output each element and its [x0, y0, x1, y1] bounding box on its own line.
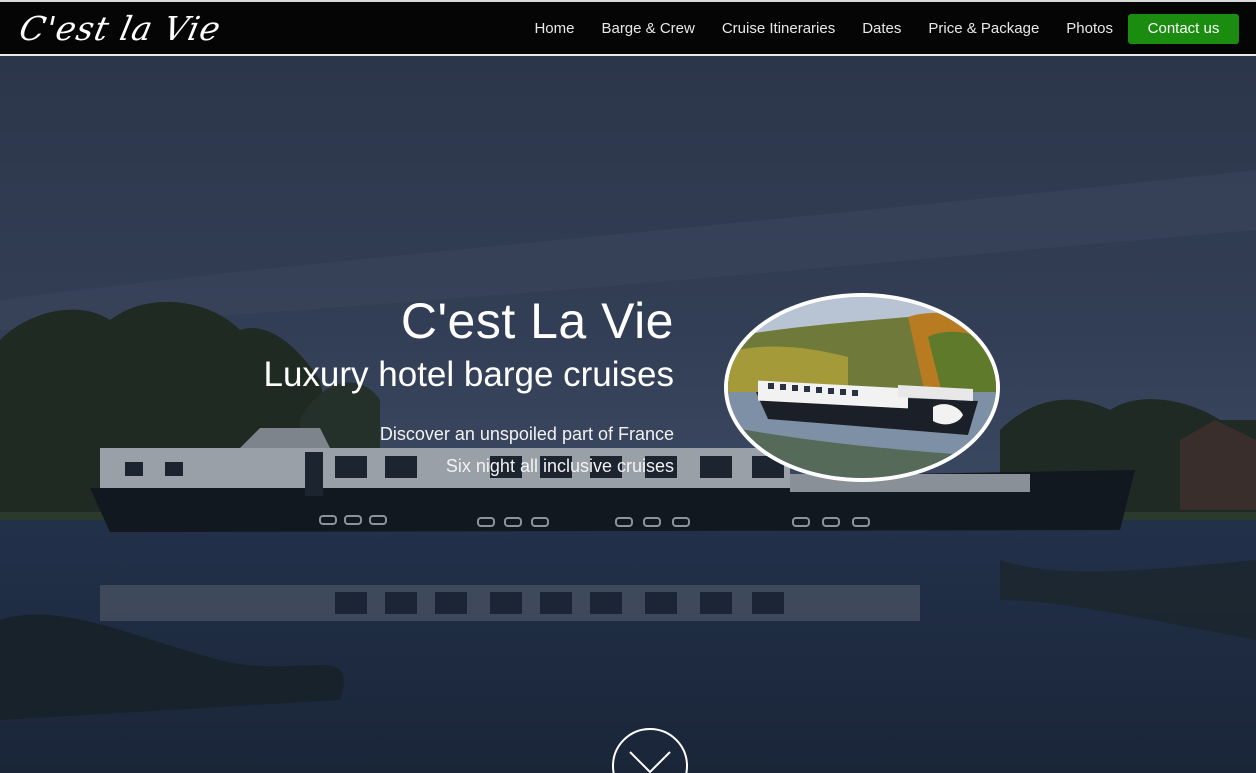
contact-us-button[interactable]: Contact us	[1128, 14, 1239, 44]
page: C'est la Vie Home Barge & Crew Cruise It…	[0, 0, 1256, 773]
barge-photo	[724, 293, 1000, 482]
logo[interactable]: C'est la Vie	[15, 4, 226, 54]
hero-text-block: C'est La Vie Luxury hotel barge cruises …	[264, 290, 675, 482]
hero-title: C'est La Vie	[400, 293, 674, 349]
nav-item-cruise-itineraries[interactable]: Cruise Itineraries	[722, 20, 835, 37]
chevron-down-icon	[629, 751, 671, 773]
hero-subtitle: Luxury hotel barge cruises	[263, 355, 675, 394]
nav-item-dates[interactable]: Dates	[862, 20, 901, 37]
nav-item-price-package[interactable]: Price & Package	[928, 20, 1039, 37]
nav-item-home[interactable]: Home	[534, 20, 574, 37]
hero-tagline-1: Discover an unspoiled part of France	[379, 424, 674, 444]
nav-links: Home Barge & Crew Cruise Itineraries Dat…	[507, 2, 1113, 54]
nav-item-photos[interactable]: Photos	[1066, 20, 1113, 37]
navbar: C'est la Vie Home Barge & Crew Cruise It…	[0, 0, 1256, 56]
nav-item-barge-crew[interactable]: Barge & Crew	[601, 20, 694, 37]
hero-tagline-2: Six night all inclusive cruises	[445, 456, 674, 476]
